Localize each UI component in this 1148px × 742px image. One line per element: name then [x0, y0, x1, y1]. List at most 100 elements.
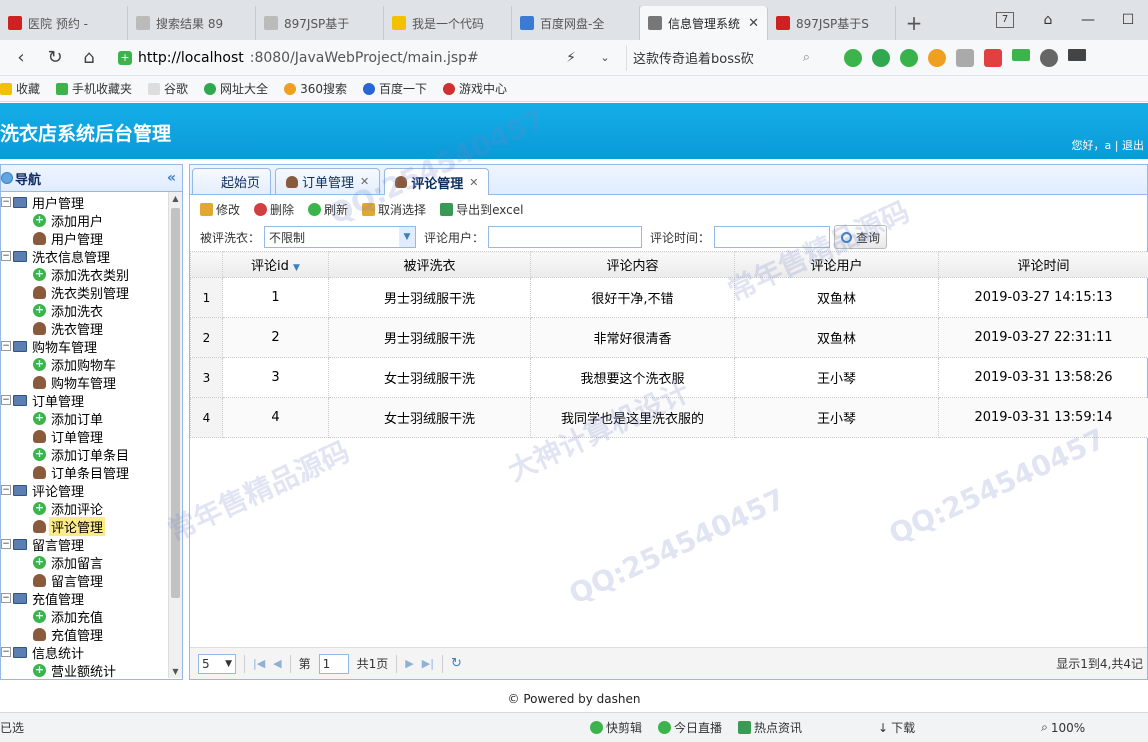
page-size-select[interactable]: 5 ▼: [198, 653, 236, 674]
undo-icon[interactable]: [1040, 48, 1058, 67]
nav-item[interactable]: + 添加洗衣类别: [1, 265, 182, 284]
menu-icon[interactable]: [1068, 48, 1086, 61]
table-row[interactable]: 2 2 男士羽绒服干洗 非常好很清香 双鱼林 2019-03-27 22:31:…: [190, 317, 1148, 358]
scroll-down-icon[interactable]: ▼: [171, 667, 180, 676]
scroll-up-icon[interactable]: ▲: [171, 194, 180, 203]
nav-item[interactable]: 充值管理: [1, 625, 182, 644]
tab-count-badge[interactable]: 7: [996, 12, 1014, 28]
last-page-icon[interactable]: ▶|: [422, 657, 434, 670]
browser-tab-4[interactable]: 百度网盘-全: [512, 6, 640, 40]
nav-item[interactable]: + 添加洗衣: [1, 301, 182, 320]
nav-item[interactable]: + 添加购物车: [1, 355, 182, 374]
prev-page-icon[interactable]: ◀: [273, 657, 281, 670]
edit-button[interactable]: 修改: [200, 201, 240, 218]
extension-green-icon[interactable]: [844, 48, 862, 67]
time-filter-input[interactable]: [714, 226, 831, 248]
new-tab-button[interactable]: +: [896, 6, 932, 40]
tab-start[interactable]: 起始页: [192, 168, 272, 194]
back-icon[interactable]: ‹: [8, 47, 34, 68]
nav-group[interactable]: − 用户管理: [1, 193, 182, 212]
column-header-content[interactable]: 评论内容: [530, 251, 735, 278]
nav-group[interactable]: − 留言管理: [1, 535, 182, 554]
column-header-user[interactable]: 评论用户: [734, 251, 939, 278]
nav-group[interactable]: − 评论管理: [1, 481, 182, 500]
nav-item[interactable]: 订单管理: [1, 427, 182, 446]
scroll-thumb[interactable]: [171, 208, 180, 598]
shield-icon[interactable]: [928, 48, 946, 67]
collapse-toggle-icon[interactable]: −: [1, 395, 11, 405]
nav-group[interactable]: − 信息统计: [1, 643, 182, 662]
collapse-toggle-icon[interactable]: −: [1, 341, 11, 351]
nav-item[interactable]: 留言管理: [1, 571, 182, 590]
table-row[interactable]: 4 4 女士羽绒服干洗 我同学也是这里洗衣服的 王小琴 2019-03-31 1…: [190, 397, 1148, 438]
nav-scrollbar[interactable]: ▲ ▼: [168, 192, 182, 678]
close-icon[interactable]: ✕: [748, 16, 759, 31]
cancel-select-button[interactable]: 取消选择: [362, 201, 426, 218]
chevron-down-icon[interactable]: ⌄: [592, 51, 618, 64]
status-item-clip[interactable]: 快剪辑: [590, 719, 642, 736]
table-row[interactable]: 1 1 男士羽绒服干洗 很好干净,不错 双鱼林 2019-03-27 14:15…: [190, 277, 1148, 318]
apps-icon[interactable]: [984, 48, 1002, 67]
collapse-toggle-icon[interactable]: −: [1, 647, 11, 657]
nav-item[interactable]: + 添加订单条目: [1, 445, 182, 464]
table-row[interactable]: 3 3 女士羽绒服干洗 我想要这个洗衣服 王小琴 2019-03-31 13:5…: [190, 357, 1148, 398]
user-greeting[interactable]: 您好，a | 退出: [1072, 137, 1144, 153]
home-icon[interactable]: ⌂: [76, 47, 102, 68]
browser-tab-0[interactable]: 医院 预约 -: [0, 6, 128, 40]
reload-icon[interactable]: ↻: [451, 656, 462, 671]
nav-item[interactable]: + 添加留言: [1, 553, 182, 572]
nav-item[interactable]: 洗衣管理: [1, 319, 182, 338]
maximize-icon[interactable]: ☐: [1108, 12, 1148, 28]
status-item-news[interactable]: 热点资讯: [738, 719, 802, 736]
column-header-id[interactable]: 评论id ▼: [222, 251, 329, 278]
tab-comment-manage[interactable]: 评论管理 ✕: [384, 168, 490, 195]
bookmark-6[interactable]: 游戏中心: [442, 80, 507, 97]
minimize-icon[interactable]: —: [1068, 12, 1108, 28]
translate-icon[interactable]: [900, 48, 918, 67]
tab-order-manage[interactable]: 订单管理 ✕: [275, 168, 381, 194]
status-item-zoom[interactable]: ⌕ 100%: [1041, 720, 1085, 735]
collapse-icon[interactable]: «: [167, 170, 176, 186]
nav-group[interactable]: − 购物车管理: [1, 337, 182, 356]
browser-tab-3[interactable]: 我是一个代码: [384, 6, 512, 40]
status-item-live[interactable]: 今日直播: [658, 719, 722, 736]
collapse-toggle-icon[interactable]: −: [1, 539, 11, 549]
bookmark-4[interactable]: 360搜索: [284, 80, 347, 97]
close-icon[interactable]: ✕: [469, 176, 478, 189]
nav-item[interactable]: 洗衣类别管理: [1, 283, 182, 302]
browser-tab-1[interactable]: 搜索结果 89: [128, 6, 256, 40]
nav-item[interactable]: 订单条目管理: [1, 463, 182, 482]
refresh-button[interactable]: 刷新: [308, 201, 348, 218]
chevron-down-icon[interactable]: ▼: [399, 227, 416, 247]
nav-group[interactable]: − 充值管理: [1, 589, 182, 608]
scissors-icon[interactable]: [872, 48, 890, 67]
shirt-icon[interactable]: ⌂: [1028, 12, 1068, 28]
nav-item[interactable]: 评论管理: [1, 516, 182, 536]
lightning-icon[interactable]: ⚡: [558, 50, 584, 66]
bookmark-2[interactable]: 谷歌: [148, 80, 188, 97]
bookmark-3[interactable]: 网址大全: [204, 80, 268, 97]
bookmark-1[interactable]: 手机收藏夹: [56, 80, 132, 97]
column-header-laundry[interactable]: 被评洗衣: [328, 251, 531, 278]
collapse-toggle-icon[interactable]: −: [1, 251, 11, 261]
collapse-toggle-icon[interactable]: −: [1, 197, 11, 207]
query-button[interactable]: 查询: [834, 225, 888, 249]
browser-tab-2[interactable]: 897JSP基于: [256, 6, 384, 40]
browser-tab-5[interactable]: 信息管理系统 ✕: [640, 6, 768, 40]
nav-group[interactable]: − 订单管理: [1, 391, 182, 410]
nav-item[interactable]: + 添加评论: [1, 499, 182, 518]
page-number-input[interactable]: 1: [318, 653, 349, 674]
next-page-icon[interactable]: ▶: [405, 657, 413, 670]
search-input[interactable]: 这款传奇追着boss砍 ⌕: [626, 44, 816, 71]
close-icon[interactable]: ✕: [360, 175, 369, 188]
nav-group[interactable]: − 洗衣信息管理: [1, 247, 182, 266]
browser-tab-6[interactable]: 897JSP基于S: [768, 6, 896, 40]
screenshot-icon[interactable]: [956, 48, 974, 67]
first-page-icon[interactable]: |◀: [253, 657, 265, 670]
url-field[interactable]: + http://localhost:8080/JavaWebProject/m…: [110, 45, 550, 71]
nav-item[interactable]: + 营业额统计: [1, 661, 182, 678]
search-icon[interactable]: ⌕: [803, 50, 810, 65]
nav-item[interactable]: 用户管理: [1, 229, 182, 248]
column-header-time[interactable]: 评论时间: [938, 251, 1148, 278]
laundry-select[interactable]: 不限制 ▼: [264, 226, 417, 248]
